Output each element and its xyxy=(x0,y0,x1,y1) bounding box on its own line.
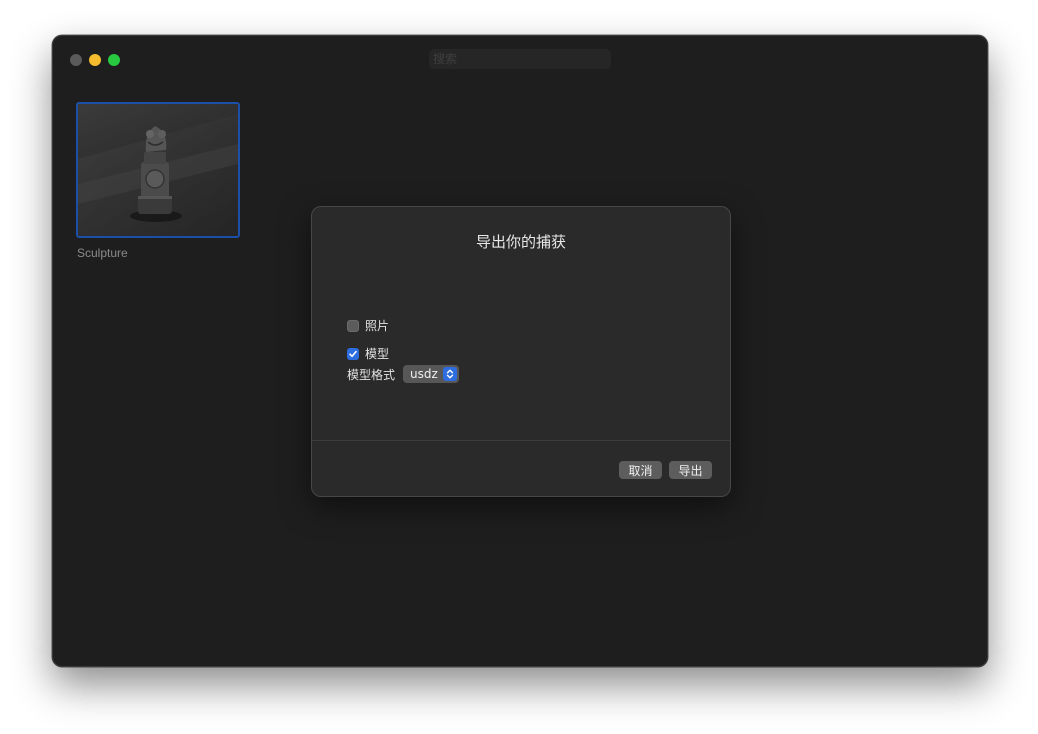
model-format-row: 模型格式 usdz xyxy=(347,365,460,383)
capture-thumbnail[interactable] xyxy=(76,102,240,238)
model-format-label: 模型格式 xyxy=(347,367,396,382)
photos-checkbox[interactable] xyxy=(347,319,359,332)
photos-label: 照片 xyxy=(365,319,390,333)
close-window-button[interactable] xyxy=(70,54,82,66)
zoom-window-button[interactable] xyxy=(108,54,120,66)
minimize-window-button[interactable] xyxy=(89,54,101,66)
photos-option[interactable]: 照片 xyxy=(347,317,389,334)
checkmark-icon xyxy=(349,350,357,357)
search-input[interactable] xyxy=(429,49,611,69)
cancel-button[interactable]: 取消 xyxy=(619,461,662,479)
model-option[interactable]: 模型 xyxy=(347,345,389,362)
model-checkbox[interactable] xyxy=(347,347,359,360)
app-window: Sculpture 导出你的捕获 照片 模型 模型格式 usdz xyxy=(52,35,988,667)
sculpture-image xyxy=(78,114,238,236)
model-format-value: usdz xyxy=(410,367,438,381)
model-format-select[interactable]: usdz xyxy=(403,365,460,383)
export-button[interactable]: 导出 xyxy=(669,461,712,479)
export-dialog: 导出你的捕获 照片 模型 模型格式 usdz 取消 导出 xyxy=(311,206,731,497)
chevron-up-down-icon xyxy=(443,367,458,381)
capture-name: Sculpture xyxy=(77,246,128,260)
model-label: 模型 xyxy=(365,347,390,361)
dialog-divider xyxy=(312,440,730,441)
dialog-title: 导出你的捕获 xyxy=(475,233,566,251)
